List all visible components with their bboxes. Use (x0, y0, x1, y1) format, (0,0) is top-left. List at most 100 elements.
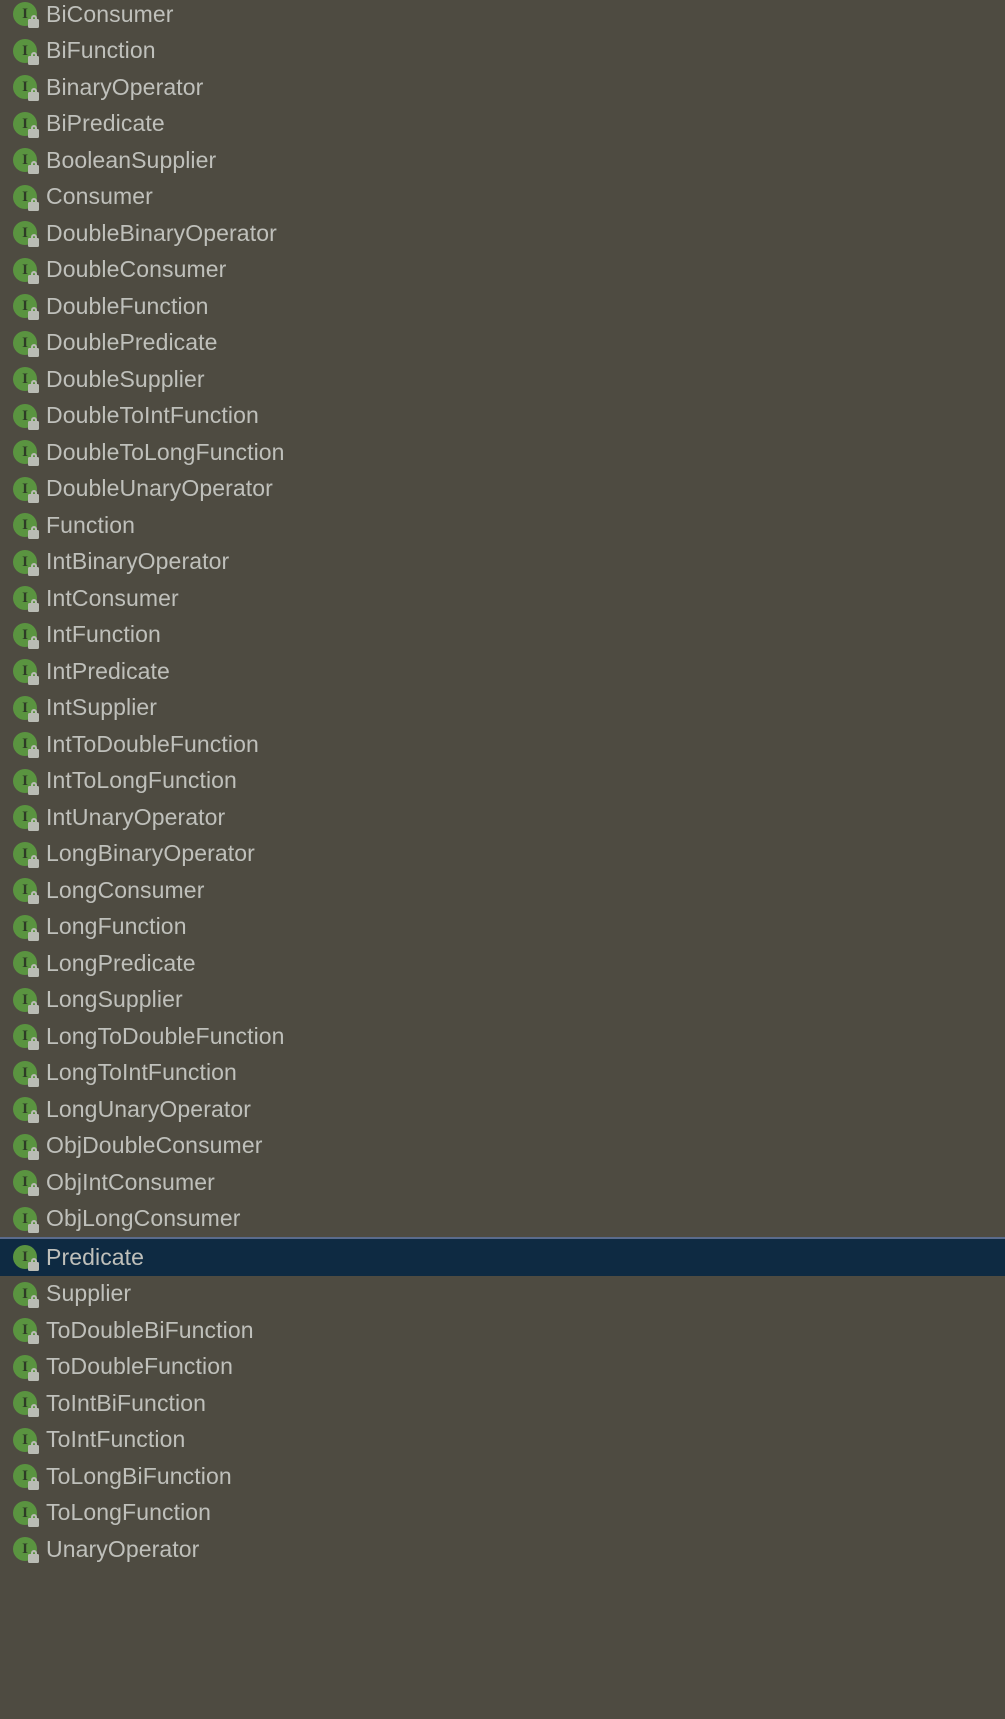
list-item[interactable]: I BiPredicate (0, 105, 1005, 142)
lock-icon-body (28, 968, 39, 978)
list-item[interactable]: I ToLongBiFunction (0, 1458, 1005, 1495)
list-item-label: LongToIntFunction (46, 1059, 237, 1086)
list-item-label: ToDoubleFunction (46, 1353, 233, 1380)
list-item[interactable]: I DoubleUnaryOperator (0, 470, 1005, 507)
list-item-label: BiFunction (46, 37, 156, 64)
list-item[interactable]: I LongConsumer (0, 872, 1005, 909)
list-item[interactable]: I ObjDoubleConsumer (0, 1127, 1005, 1164)
list-item[interactable]: I DoubleToIntFunction (0, 397, 1005, 434)
lock-icon-body (28, 1371, 39, 1381)
lock-icon-body (28, 274, 39, 284)
list-item-label: ToLongBiFunction (46, 1462, 232, 1489)
list-item-label: Consumer (46, 183, 153, 210)
lock-icon-body (28, 895, 39, 905)
list-item[interactable]: I ObjIntConsumer (0, 1164, 1005, 1201)
list-item[interactable]: I ToIntFunction (0, 1421, 1005, 1458)
lock-icon-body (28, 1444, 39, 1454)
interface-icon: I (12, 219, 40, 248)
interface-icon: I (12, 1205, 40, 1233)
list-item-label: LongPredicate (46, 949, 196, 976)
list-item-label: LongUnaryOperator (46, 1095, 251, 1122)
lock-icon-body (28, 55, 39, 65)
list-item-label: ObjIntConsumer (46, 1168, 215, 1195)
list-item-label: DoubleConsumer (46, 256, 227, 283)
list-item-label: LongSupplier (46, 986, 183, 1013)
list-item[interactable]: I Function (0, 507, 1005, 544)
lock-icon-body (28, 493, 39, 503)
list-item[interactable]: I IntFunction (0, 616, 1005, 653)
interface-icon: I (12, 803, 40, 832)
interface-icon: I (12, 949, 40, 978)
lock-icon-body (28, 1298, 39, 1308)
list-item[interactable]: I IntPredicate (0, 653, 1005, 690)
list-item[interactable]: I LongPredicate (0, 945, 1005, 982)
list-item[interactable]: I IntToLongFunction (0, 762, 1005, 799)
interface-icon: I (12, 1462, 40, 1491)
list-item[interactable]: I BooleanSupplier (0, 142, 1005, 179)
interface-icon: I (12, 511, 40, 540)
list-item[interactable]: I Consumer (0, 178, 1005, 215)
list-item[interactable]: I IntSupplier (0, 689, 1005, 726)
lock-icon-body (28, 1114, 39, 1124)
interface-icon: I (12, 584, 40, 613)
list-item[interactable]: I DoubleToLongFunction (0, 434, 1005, 471)
list-item-label: IntPredicate (46, 657, 170, 684)
lock-icon-body (28, 566, 39, 576)
list-item-label: DoubleSupplier (46, 365, 205, 392)
list-item[interactable]: I ToLongFunction (0, 1494, 1005, 1531)
interface-icon: I (12, 1132, 40, 1160)
lock-icon-body (28, 1150, 39, 1160)
list-item[interactable]: I ToIntBiFunction (0, 1385, 1005, 1422)
list-item[interactable]: I DoubleConsumer (0, 251, 1005, 288)
list-item[interactable]: I ToDoubleBiFunction (0, 1312, 1005, 1349)
interface-icon: I (12, 1168, 40, 1197)
list-item[interactable]: I BiFunction (0, 32, 1005, 69)
lock-icon-body (28, 785, 39, 795)
lock-icon-body (28, 530, 39, 540)
lock-icon-body (28, 1187, 39, 1197)
list-item[interactable]: I LongBinaryOperator (0, 835, 1005, 872)
list-item[interactable]: I IntBinaryOperator (0, 543, 1005, 580)
interface-icon: I (12, 657, 40, 686)
list-item[interactable]: I LongToDoubleFunction (0, 1018, 1005, 1055)
list-item[interactable]: I BinaryOperator (0, 69, 1005, 106)
list-item[interactable]: I LongSupplier (0, 981, 1005, 1018)
lock-icon-body (28, 1223, 39, 1233)
interface-icon: I (12, 1243, 40, 1272)
list-item-label: IntBinaryOperator (46, 548, 230, 575)
interface-icon: I (12, 1316, 40, 1345)
interface-icon: I (12, 840, 40, 868)
list-item[interactable]: I DoubleBinaryOperator (0, 215, 1005, 252)
list-item[interactable]: I DoubleFunction (0, 288, 1005, 325)
interface-icon: I (12, 694, 40, 722)
interface-icon: I (12, 292, 40, 321)
interface-icon: I (12, 1095, 40, 1124)
list-item[interactable]: I IntToDoubleFunction (0, 726, 1005, 763)
lock-icon-body (28, 639, 39, 649)
list-item[interactable]: I LongFunction (0, 908, 1005, 945)
lock-icon-body (28, 1335, 39, 1345)
list-item[interactable]: I IntUnaryOperator (0, 799, 1005, 836)
interface-icon: I (12, 548, 40, 576)
list-item-label: DoubleUnaryOperator (46, 475, 273, 502)
list-item[interactable]: I LongToIntFunction (0, 1054, 1005, 1091)
list-item[interactable]: I DoubleSupplier (0, 361, 1005, 398)
list-item[interactable]: I ObjLongConsumer (0, 1200, 1005, 1237)
list-item[interactable]: I DoublePredicate (0, 324, 1005, 361)
interface-list[interactable]: I BiConsumer I BiFunction I BinaryOperator I Bi… (0, 0, 1005, 1715)
list-item-label: BiPredicate (46, 110, 165, 137)
list-item[interactable]: I UnaryOperator (0, 1531, 1005, 1568)
list-item[interactable]: I Supplier (0, 1275, 1005, 1312)
list-item[interactable]: I BiConsumer (0, 0, 1005, 33)
interface-icon: I (12, 1389, 40, 1418)
lock-icon-body (28, 1041, 39, 1051)
list-item[interactable]: I LongUnaryOperator (0, 1091, 1005, 1128)
list-item[interactable]: I ToDoubleFunction (0, 1348, 1005, 1385)
interface-icon: I (12, 37, 40, 65)
interface-icon: I (12, 986, 40, 1014)
list-item[interactable]: I Predicate (0, 1237, 1005, 1276)
list-item-label: LongBinaryOperator (46, 840, 255, 867)
list-item[interactable]: I IntConsumer (0, 580, 1005, 617)
list-item-label: IntFunction (46, 621, 161, 648)
lock-icon-body (28, 822, 39, 832)
